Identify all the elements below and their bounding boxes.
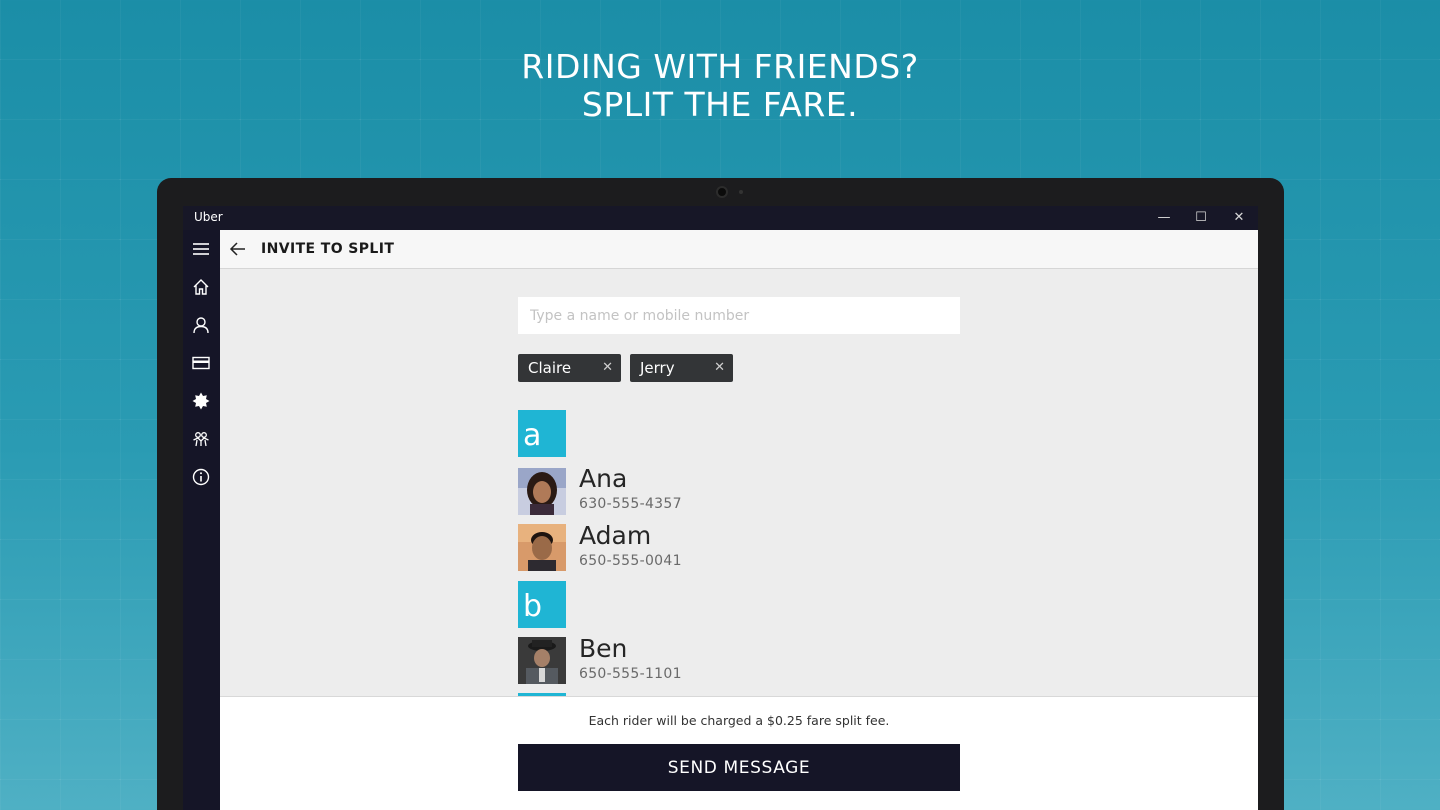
- selected-contact-chip: Claire ✕: [518, 354, 621, 382]
- contact-name[interactable]: Ben: [579, 634, 627, 663]
- fee-notice: Each rider will be charged a $0.25 fare …: [588, 713, 890, 728]
- promo-line-1: RIDING WITH FRIENDS?: [521, 47, 919, 86]
- promo-line-2: SPLIT THE FARE.: [581, 85, 859, 124]
- minimize-button[interactable]: —: [1145, 206, 1183, 230]
- chip-label: Claire: [528, 359, 572, 377]
- group-header-letter: b: [518, 581, 566, 628]
- promo-headline: RIDING WITH FRIENDS? SPLIT THE FARE.: [0, 48, 1440, 124]
- back-arrow-icon[interactable]: [228, 239, 250, 261]
- app-window: Uber — ☐ ✕ INVITE TO SPLIT Type a name o…: [183, 206, 1258, 810]
- menu-icon[interactable]: [191, 239, 211, 259]
- title-bar: Uber — ☐ ✕: [183, 206, 1258, 230]
- webcam-light: [739, 190, 743, 194]
- webcam: [716, 186, 728, 198]
- contact-name[interactable]: Ana: [579, 464, 627, 493]
- selected-contact-chip: Jerry ✕: [630, 354, 733, 382]
- free-rides-icon[interactable]: [191, 429, 211, 449]
- contact-phone: 650-555-1101: [579, 666, 682, 682]
- page-title: INVITE TO SPLIT: [261, 241, 395, 257]
- contact-avatar[interactable]: [518, 524, 566, 571]
- contact-avatar[interactable]: [518, 637, 566, 684]
- page-header: INVITE TO SPLIT: [220, 230, 1258, 269]
- remove-chip-icon[interactable]: ✕: [714, 354, 725, 382]
- contact-avatar[interactable]: [518, 468, 566, 515]
- home-icon[interactable]: [191, 277, 211, 297]
- contact-name[interactable]: Adam: [579, 521, 651, 550]
- maximize-button[interactable]: ☐: [1182, 206, 1220, 230]
- profile-icon[interactable]: [191, 315, 211, 335]
- contact-search-input[interactable]: [518, 297, 960, 334]
- about-icon[interactable]: [191, 467, 211, 487]
- footer-panel: Each rider will be charged a $0.25 fare …: [220, 696, 1258, 810]
- chip-label: Jerry: [640, 359, 675, 377]
- group-header-letter: a: [518, 410, 566, 457]
- remove-chip-icon[interactable]: ✕: [602, 354, 613, 382]
- contact-phone: 630-555-4357: [579, 496, 682, 512]
- send-message-button[interactable]: SEND MESSAGE: [518, 744, 960, 791]
- payment-icon[interactable]: [191, 353, 211, 373]
- sidebar: [183, 230, 220, 810]
- contact-phone: 650-555-0041: [579, 553, 682, 569]
- close-button[interactable]: ✕: [1220, 206, 1258, 230]
- app-title: Uber: [194, 210, 223, 224]
- promotions-icon[interactable]: [191, 391, 211, 411]
